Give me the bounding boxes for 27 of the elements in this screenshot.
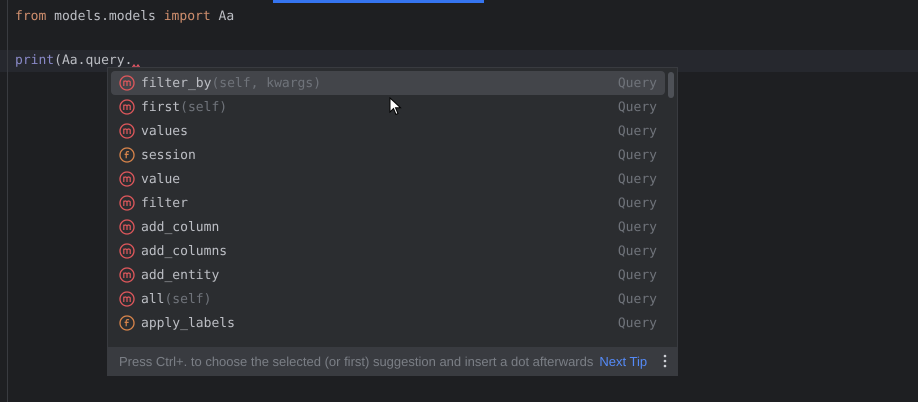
method-icon <box>119 291 135 307</box>
method-icon <box>119 219 135 235</box>
completion-item[interactable]: filter Query <box>111 191 665 215</box>
method-icon <box>119 267 135 283</box>
completion-item[interactable]: all(self) Query <box>111 287 665 311</box>
completion-item[interactable]: session Query <box>111 143 665 167</box>
completion-item[interactable]: add_entity Query <box>111 263 665 287</box>
method-icon <box>119 171 135 187</box>
method-icon <box>119 75 135 91</box>
completion-item[interactable]: first(self) Query <box>111 95 665 119</box>
method-icon <box>119 99 135 115</box>
more-options-icon[interactable] <box>663 354 667 368</box>
method-icon <box>119 123 135 139</box>
scrollbar-thumb[interactable] <box>668 72 674 98</box>
completion-item[interactable]: values Query <box>111 119 665 143</box>
completion-item[interactable]: add_column Query <box>111 215 665 239</box>
method-icon <box>119 195 135 211</box>
completion-item[interactable]: value Query <box>111 167 665 191</box>
tip-text: Press Ctrl+. to choose the selected (or first) suggestion and insert a dot afterwards <box>119 354 594 368</box>
method-icon <box>119 243 135 259</box>
code-line: from models.models import Aa <box>15 8 234 26</box>
field-icon <box>119 147 135 163</box>
completion-item[interactable]: apply_labels Query <box>111 311 665 335</box>
field-icon <box>119 315 135 331</box>
mouse-pointer-icon <box>389 97 402 116</box>
code-line: print(Aa.query. <box>15 52 132 70</box>
completion-item[interactable]: add_columns Query <box>111 239 665 263</box>
